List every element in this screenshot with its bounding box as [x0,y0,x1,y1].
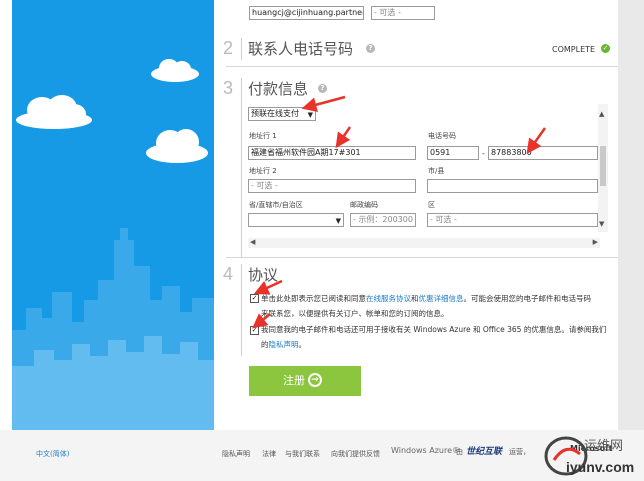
footer-link-privacy[interactable]: 隐私声明 [222,449,250,459]
annotation-arrow [301,95,346,113]
watermark-url: iyunv.com [566,459,635,475]
annotation-arrow [252,313,271,329]
by-text: 由 [456,448,463,456]
annotation-arrow [526,127,547,155]
operated-text: 运营， [509,448,530,456]
annotation-arrow [335,126,352,149]
partner-logo: 世纪互联 [466,447,503,457]
signup-page: huangcj@cijinhuang.partner.on - 可选 - 2 联… [0,0,644,481]
annotation-arrow [253,279,283,295]
watermark-title: 运维网 [584,439,624,454]
footer-link-legal[interactable]: 法律 [262,449,276,459]
footer-link-feedback[interactable]: 向我们提供反馈 [331,449,380,459]
azure-brand: Windows Azure® [391,446,461,455]
annotation-arrows [252,95,547,329]
footer-link-contact[interactable]: 与我们联系 [285,449,320,459]
language-selector[interactable]: 中文(简体) [36,449,69,459]
